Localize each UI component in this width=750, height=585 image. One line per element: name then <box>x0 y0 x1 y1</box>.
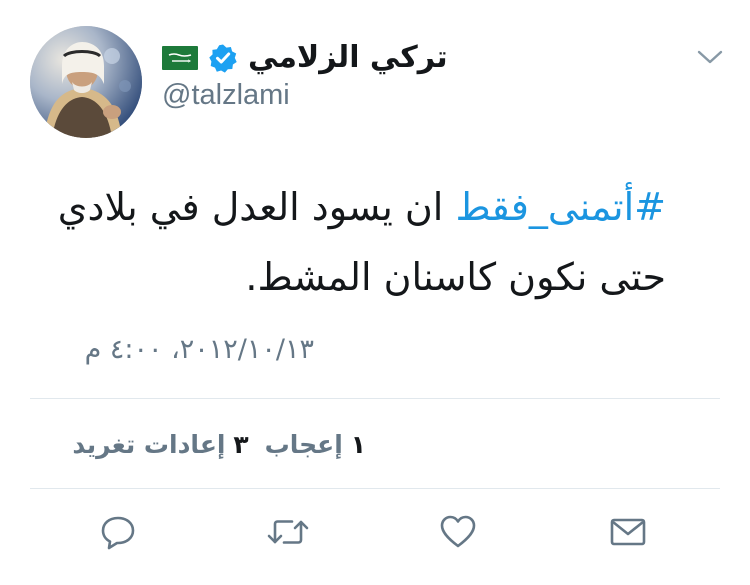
retweets-count: ٣ <box>233 430 249 459</box>
likes-label: إعجاب <box>264 430 343 459</box>
hashtag-link[interactable]: #أتمنى_فقط <box>455 185 666 229</box>
envelope-icon <box>610 518 646 546</box>
tweet-timestamp[interactable]: ٢٠١٢/١٠/١٣، ٤:٠٠ م <box>85 334 314 365</box>
retweet-button[interactable] <box>266 510 310 554</box>
like-button[interactable] <box>436 510 480 554</box>
tweet-options-button[interactable] <box>693 40 727 74</box>
likes-count: ١ <box>350 430 366 459</box>
likes-stat[interactable]: ١ إعجاب <box>265 430 366 459</box>
avatar-image <box>30 26 142 138</box>
tweet-text-line-2: حتى نكون كاسنان المشط. <box>245 255 666 299</box>
retweets-stat[interactable]: ٣ إعادات تغريد <box>72 430 256 459</box>
tweet-text-line-1-rest: ان يسود العدل في بلادي <box>57 185 456 229</box>
tweet-text: #أتمنى_فقط ان يسود العدل في بلادي حتى نك… <box>26 172 666 312</box>
heart-icon <box>440 515 476 548</box>
divider <box>30 398 720 399</box>
user-handle[interactable]: @talzlami <box>162 78 290 112</box>
verified-badge-icon <box>209 44 237 73</box>
direct-message-button[interactable] <box>606 510 650 554</box>
reply-icon <box>101 516 135 550</box>
tweet-text-line-1: #أتمنى_فقط ان يسود العدل في بلادي <box>26 172 666 242</box>
retweet-icon <box>267 520 309 544</box>
chevron-down-icon <box>697 50 723 64</box>
saudi-flag-icon <box>162 46 198 70</box>
divider <box>30 488 720 489</box>
tweet-stats: ١ إعجاب ٣ إعادات تغريد <box>72 430 366 459</box>
name-row: تركي الزلامي <box>162 38 448 78</box>
retweets-label: إعادات تغريد <box>72 430 226 459</box>
reply-button[interactable] <box>96 510 140 554</box>
display-name[interactable]: تركي الزلامي <box>248 38 448 78</box>
avatar[interactable] <box>30 26 142 138</box>
